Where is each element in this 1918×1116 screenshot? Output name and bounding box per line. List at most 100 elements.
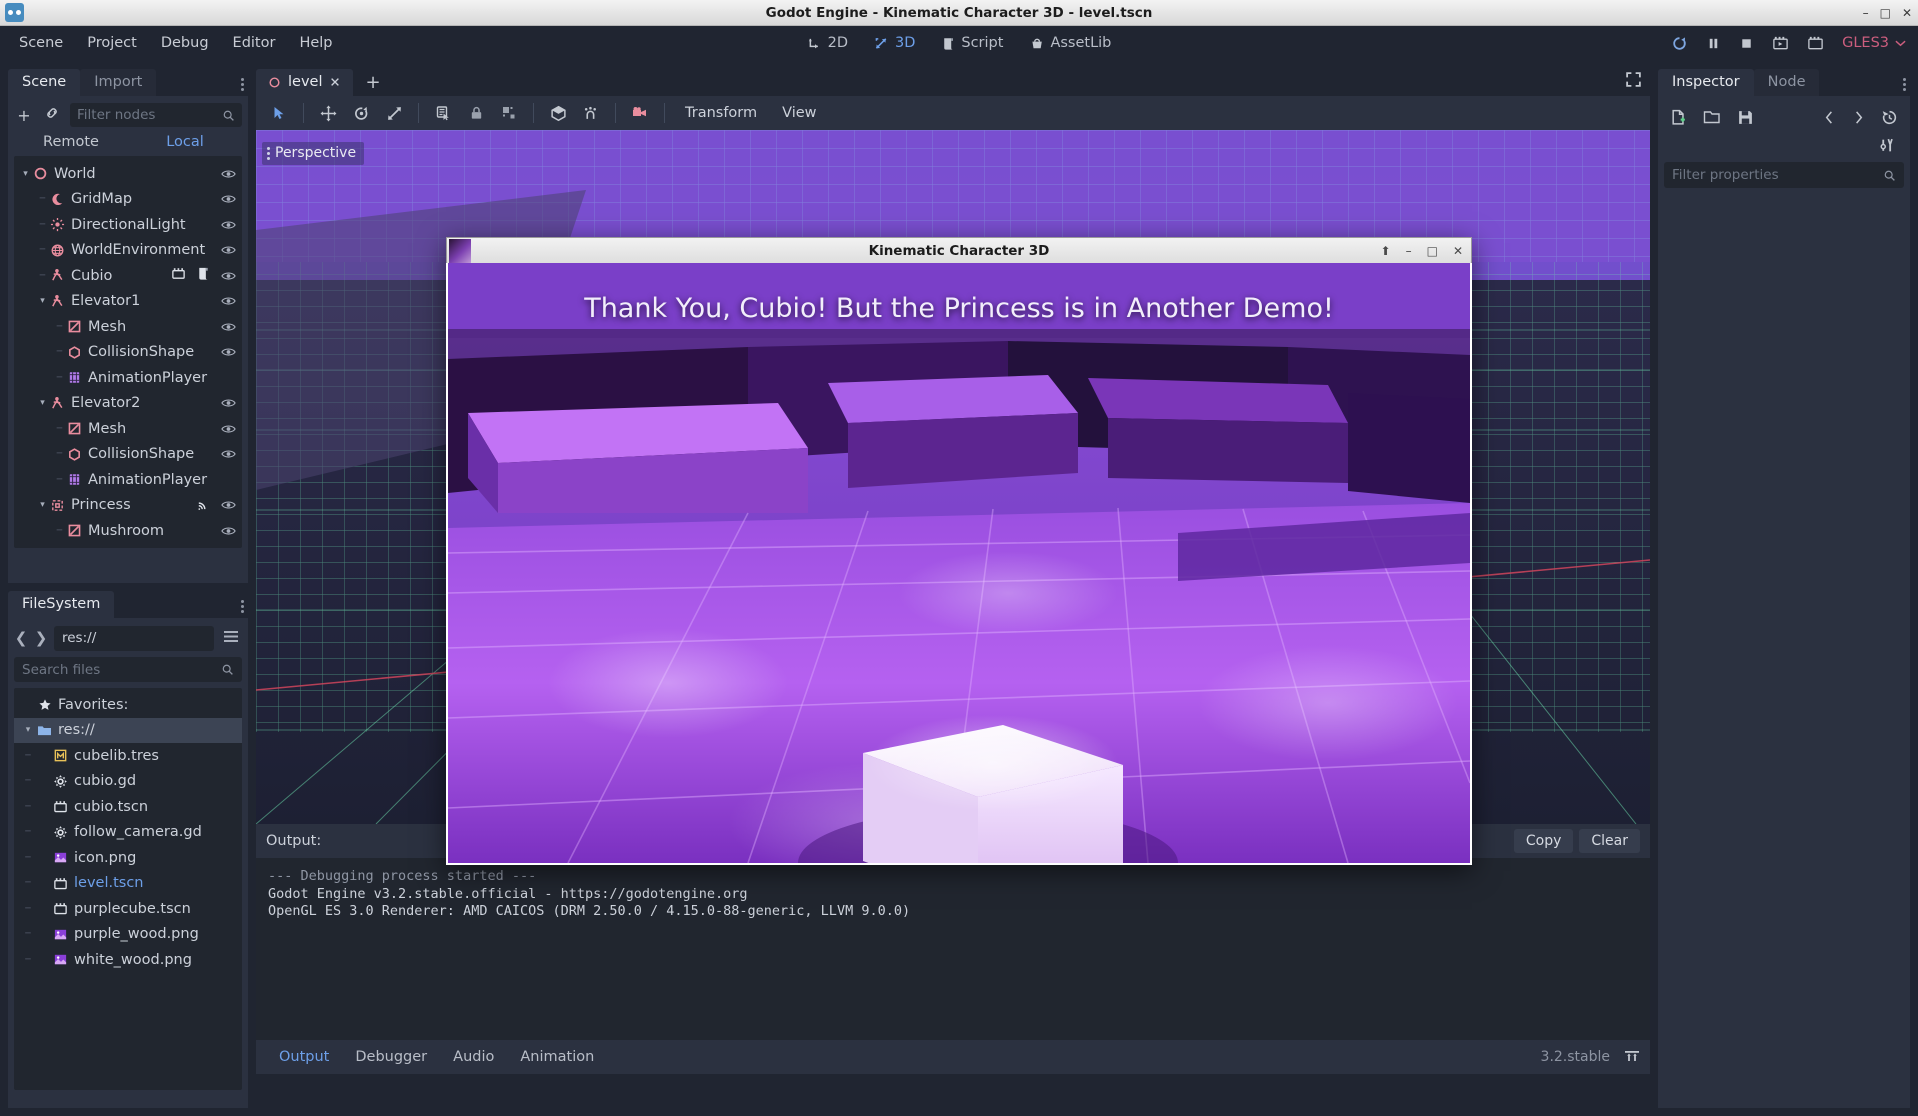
scene-dock-menu-icon[interactable] — [241, 78, 244, 91]
tab-node[interactable]: Node — [1754, 69, 1820, 96]
visibility-eye-icon[interactable] — [221, 499, 236, 511]
instance-scene-icon[interactable] — [42, 105, 62, 125]
running-game-window[interactable]: Kinematic Character 3D ⬆ – □ ✕ — [446, 237, 1472, 865]
tab-import[interactable]: Import — [80, 69, 156, 96]
scene-tree-node[interactable]: ▾Elevator2 — [14, 391, 242, 417]
chevron-down-icon[interactable]: ▾ — [37, 398, 48, 408]
filesystem-root-row[interactable]: ▾res:// — [14, 718, 242, 744]
local-space-icon[interactable] — [543, 100, 573, 126]
filesystem-file-row[interactable]: ─follow_camera.gd — [14, 820, 242, 846]
tab-inspector[interactable]: Inspector — [1658, 69, 1754, 96]
scene-tree-node[interactable]: ─AnimationPlayer — [14, 467, 242, 493]
save-resource-icon[interactable] — [1737, 109, 1754, 126]
history-prev-icon[interactable] — [1823, 110, 1836, 125]
filesystem-dock-menu-icon[interactable] — [241, 600, 244, 613]
rotate-mode-icon[interactable] — [346, 100, 376, 126]
scene-tree-node[interactable]: ─AnimationPlayer — [14, 365, 242, 391]
filter-nodes-input[interactable]: Filter nodes — [70, 103, 242, 127]
filesystem-file-row[interactable]: ─purplecube.tscn — [14, 896, 242, 922]
filesystem-tree[interactable]: Favorites:▾res://─cubelib.tres─cubio.gd─… — [14, 688, 242, 1090]
scene-tree-node[interactable]: ─WorldEnvironment — [14, 238, 242, 264]
os-minimize-button[interactable]: – — [1863, 7, 1869, 19]
select-mode-icon[interactable] — [264, 100, 294, 126]
scene-tree[interactable]: ▾World─GridMap─DirectionalLight─WorldEnv… — [14, 156, 242, 548]
stop-icon[interactable] — [1739, 36, 1754, 51]
filesystem-file-row[interactable]: ─cubio.gd — [14, 769, 242, 795]
transform-menu[interactable]: Transform — [674, 101, 768, 125]
mode-assetlib-button[interactable]: AssetLib — [1019, 30, 1121, 56]
play-scene-film-icon[interactable] — [1772, 35, 1789, 51]
os-maximize-button[interactable]: □ — [1880, 7, 1891, 19]
tab-output[interactable]: Output — [266, 1044, 342, 1070]
tab-debugger[interactable]: Debugger — [342, 1044, 440, 1070]
filesystem-file-row[interactable]: ─icon.png — [14, 845, 242, 871]
scene-tree-node[interactable]: ─Mesh — [14, 416, 242, 442]
scene-tree-node[interactable]: ─Cubio — [14, 263, 242, 289]
renderer-dropdown[interactable]: GLES3 — [1842, 35, 1906, 51]
scene-tree-node[interactable]: ▾Elevator1 — [14, 289, 242, 315]
script-icon-wrap[interactable] — [196, 266, 211, 285]
snap-icon[interactable] — [576, 100, 606, 126]
scene-tree-node[interactable]: ─Mesh — [14, 314, 242, 340]
play-scene-icon[interactable] — [1671, 35, 1688, 52]
scene-tree-node[interactable]: ─CollisionShape — [14, 544, 242, 549]
scene-tree-node[interactable]: ─CollisionShape — [14, 340, 242, 366]
chevron-down-icon[interactable]: ▾ — [37, 500, 48, 510]
expand-viewport-icon[interactable] — [1625, 71, 1642, 92]
scene-tree-node[interactable]: ─Mushroom — [14, 518, 242, 544]
lock-icon[interactable] — [461, 100, 491, 126]
filesystem-file-row[interactable]: ─cubelib.tres — [14, 743, 242, 769]
add-scene-tab-button[interactable]: + — [353, 72, 392, 96]
local-button[interactable]: Local — [128, 134, 242, 150]
game-close-button[interactable]: ✕ — [1453, 244, 1463, 258]
output-console[interactable]: --- Debugging process started --- Godot … — [256, 858, 1650, 1040]
visibility-eye-icon[interactable] — [221, 270, 236, 282]
filesystem-file-row[interactable]: ─white_wood.png — [14, 947, 242, 973]
filter-properties-input[interactable]: Filter properties — [1664, 162, 1904, 188]
scene-tree-node[interactable]: ▾Princess — [14, 493, 242, 519]
inspector-dock-menu-icon[interactable] — [1903, 78, 1906, 91]
visibility-eye-icon[interactable] — [221, 448, 236, 460]
new-resource-icon[interactable] — [1670, 109, 1687, 126]
visibility-eye-icon[interactable] — [221, 193, 236, 205]
mode-3d-button[interactable]: 3D — [864, 30, 925, 56]
play-custom-scene-icon[interactable] — [1807, 35, 1824, 51]
mode-script-button[interactable]: Script — [931, 30, 1013, 56]
visibility-eye-icon[interactable] — [221, 168, 236, 180]
clear-button[interactable]: Clear — [1579, 829, 1640, 853]
game-maximize-button[interactable]: □ — [1427, 244, 1438, 258]
menu-debug[interactable]: Debug — [150, 30, 220, 56]
signal-icon-wrap[interactable] — [196, 496, 211, 515]
tab-animation[interactable]: Animation — [507, 1044, 607, 1070]
forward-icon[interactable]: ❯ — [34, 629, 48, 647]
visibility-eye-icon[interactable] — [221, 525, 236, 537]
panel-resize-icon[interactable] — [1624, 1048, 1640, 1067]
filesystem-favorites-row[interactable]: Favorites: — [14, 692, 242, 718]
visibility-eye-icon[interactable] — [221, 346, 236, 358]
menu-scene[interactable]: Scene — [8, 30, 74, 56]
os-close-button[interactable]: ✕ — [1902, 7, 1912, 19]
visibility-eye-icon[interactable] — [221, 244, 236, 256]
visibility-eye-icon[interactable] — [221, 219, 236, 231]
visibility-eye-icon[interactable] — [221, 295, 236, 307]
tab-scene[interactable]: Scene — [8, 69, 80, 96]
move-mode-icon[interactable] — [313, 100, 343, 126]
game-canvas[interactable]: Thank You, Cubio! But the Princess is in… — [446, 263, 1472, 865]
pause-icon[interactable] — [1706, 36, 1721, 51]
chevron-down-icon[interactable]: ▾ — [20, 169, 31, 179]
filesystem-file-row[interactable]: ─level.tscn — [14, 871, 242, 897]
scene-tree-node[interactable]: ▾World — [14, 161, 242, 187]
object-menu-icon[interactable] — [1879, 132, 1896, 158]
filesystem-file-row[interactable]: ─purple_wood.png — [14, 922, 242, 948]
view-mode-icon[interactable] — [220, 629, 242, 647]
filesystem-file-row[interactable]: ─cubio.tscn — [14, 794, 242, 820]
camera-preview-icon[interactable] — [625, 100, 655, 126]
scene-instance-icon-wrap[interactable] — [171, 266, 186, 285]
perspective-label[interactable]: Perspective — [262, 142, 364, 165]
tab-filesystem[interactable]: FileSystem — [8, 591, 114, 618]
scene-tree-node[interactable]: ─DirectionalLight — [14, 212, 242, 238]
mode-2d-button[interactable]: 2D — [797, 30, 858, 56]
scene-tree-node[interactable]: ─CollisionShape — [14, 442, 242, 468]
tab-audio[interactable]: Audio — [440, 1044, 507, 1070]
view-menu[interactable]: View — [771, 101, 827, 125]
